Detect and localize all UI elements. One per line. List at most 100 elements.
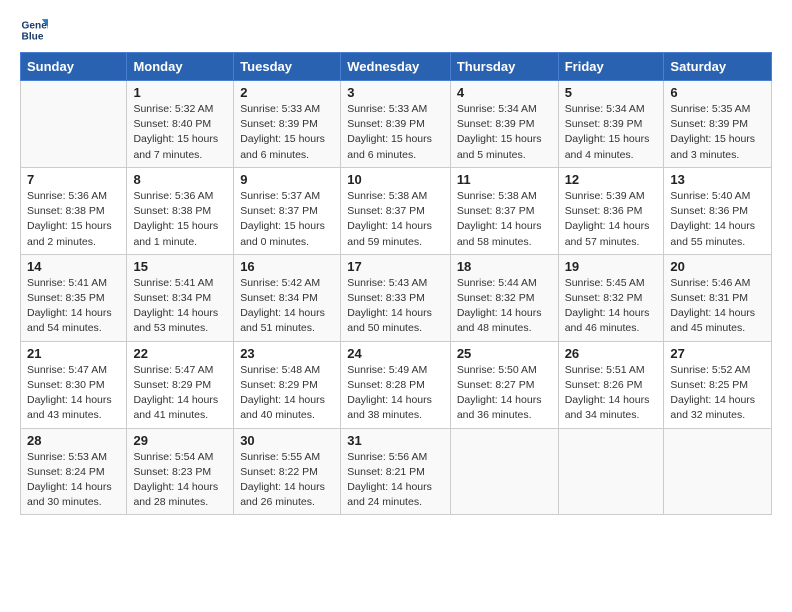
calendar-cell: 15 Sunrise: 5:41 AM Sunset: 8:34 PM Dayli…: [127, 254, 234, 341]
logo: General Blue: [20, 16, 50, 44]
day-number: 10: [347, 172, 444, 187]
day-number: 18: [457, 259, 552, 274]
calendar-cell: 19 Sunrise: 5:45 AM Sunset: 8:32 PM Dayli…: [558, 254, 664, 341]
page-header: General Blue: [20, 16, 772, 44]
day-number: 6: [670, 85, 765, 100]
day-info: Sunrise: 5:39 AM Sunset: 8:36 PM Dayligh…: [565, 189, 658, 250]
day-info: Sunrise: 5:46 AM Sunset: 8:31 PM Dayligh…: [670, 276, 765, 337]
day-info: Sunrise: 5:36 AM Sunset: 8:38 PM Dayligh…: [133, 189, 227, 250]
day-info: Sunrise: 5:42 AM Sunset: 8:34 PM Dayligh…: [240, 276, 334, 337]
calendar-cell: 27 Sunrise: 5:52 AM Sunset: 8:25 PM Dayli…: [664, 341, 772, 428]
calendar-cell: 28 Sunrise: 5:53 AM Sunset: 8:24 PM Dayli…: [21, 428, 127, 515]
calendar-cell: 8 Sunrise: 5:36 AM Sunset: 8:38 PM Daylig…: [127, 167, 234, 254]
calendar-cell: [664, 428, 772, 515]
weekday-header-monday: Monday: [127, 53, 234, 81]
day-info: Sunrise: 5:40 AM Sunset: 8:36 PM Dayligh…: [670, 189, 765, 250]
day-number: 29: [133, 433, 227, 448]
day-number: 7: [27, 172, 120, 187]
calendar-cell: 5 Sunrise: 5:34 AM Sunset: 8:39 PM Daylig…: [558, 81, 664, 168]
calendar-cell: 22 Sunrise: 5:47 AM Sunset: 8:29 PM Dayli…: [127, 341, 234, 428]
day-info: Sunrise: 5:44 AM Sunset: 8:32 PM Dayligh…: [457, 276, 552, 337]
day-number: 26: [565, 346, 658, 361]
calendar-cell: 12 Sunrise: 5:39 AM Sunset: 8:36 PM Dayli…: [558, 167, 664, 254]
day-number: 24: [347, 346, 444, 361]
calendar-cell: [21, 81, 127, 168]
calendar-cell: 14Sunrise: 5:41 AM Sunset: 8:35 PM Dayli…: [21, 254, 127, 341]
calendar-cell: 26Sunrise: 5:51 AM Sunset: 8:26 PM Dayli…: [558, 341, 664, 428]
weekday-header-row: SundayMondayTuesdayWednesdayThursdayFrid…: [21, 53, 772, 81]
week-row-3: 14Sunrise: 5:41 AM Sunset: 8:35 PM Dayli…: [21, 254, 772, 341]
calendar-cell: 24 Sunrise: 5:49 AM Sunset: 8:28 PM Dayli…: [341, 341, 451, 428]
calendar-cell: 4Sunrise: 5:34 AM Sunset: 8:39 PM Daylig…: [450, 81, 558, 168]
day-number: 15: [133, 259, 227, 274]
weekday-header-wednesday: Wednesday: [341, 53, 451, 81]
day-number: 30: [240, 433, 334, 448]
day-number: 2: [240, 85, 334, 100]
day-info: Sunrise: 5:38 AM Sunset: 8:37 PM Dayligh…: [347, 189, 444, 250]
calendar-cell: 20 Sunrise: 5:46 AM Sunset: 8:31 PM Dayli…: [664, 254, 772, 341]
day-number: 12: [565, 172, 658, 187]
day-number: 13: [670, 172, 765, 187]
day-info: Sunrise: 5:41 AM Sunset: 8:34 PM Dayligh…: [133, 276, 227, 337]
calendar-cell: 30 Sunrise: 5:55 AM Sunset: 8:22 PM Dayli…: [234, 428, 341, 515]
day-info: Sunrise: 5:33 AM Sunset: 8:39 PM Dayligh…: [347, 102, 444, 163]
day-number: 25: [457, 346, 552, 361]
day-number: 22: [133, 346, 227, 361]
day-info: Sunrise: 5:47 AM Sunset: 8:29 PM Dayligh…: [133, 363, 227, 424]
calendar-cell: 9 Sunrise: 5:37 AM Sunset: 8:37 PM Daylig…: [234, 167, 341, 254]
day-number: 5: [565, 85, 658, 100]
day-info: Sunrise: 5:32 AM Sunset: 8:40 PM Dayligh…: [133, 102, 227, 163]
day-number: 28: [27, 433, 120, 448]
day-number: 9: [240, 172, 334, 187]
day-number: 4: [457, 85, 552, 100]
day-info: Sunrise: 5:54 AM Sunset: 8:23 PM Dayligh…: [133, 450, 227, 511]
calendar-cell: 29 Sunrise: 5:54 AM Sunset: 8:23 PM Dayli…: [127, 428, 234, 515]
calendar-cell: 31 Sunrise: 5:56 AM Sunset: 8:21 PM Dayli…: [341, 428, 451, 515]
day-number: 19: [565, 259, 658, 274]
day-info: Sunrise: 5:52 AM Sunset: 8:25 PM Dayligh…: [670, 363, 765, 424]
day-number: 27: [670, 346, 765, 361]
day-number: 14: [27, 259, 120, 274]
weekday-header-thursday: Thursday: [450, 53, 558, 81]
day-info: Sunrise: 5:36 AM Sunset: 8:38 PM Dayligh…: [27, 189, 120, 250]
day-number: 31: [347, 433, 444, 448]
logo-icon: General Blue: [20, 16, 48, 44]
day-info: Sunrise: 5:48 AM Sunset: 8:29 PM Dayligh…: [240, 363, 334, 424]
week-row-4: 21 Sunrise: 5:47 AM Sunset: 8:30 PM Dayli…: [21, 341, 772, 428]
day-info: Sunrise: 5:53 AM Sunset: 8:24 PM Dayligh…: [27, 450, 120, 511]
day-number: 8: [133, 172, 227, 187]
calendar-cell: 21 Sunrise: 5:47 AM Sunset: 8:30 PM Dayli…: [21, 341, 127, 428]
day-info: Sunrise: 5:56 AM Sunset: 8:21 PM Dayligh…: [347, 450, 444, 511]
day-number: 16: [240, 259, 334, 274]
calendar-cell: 1 Sunrise: 5:32 AM Sunset: 8:40 PM Daylig…: [127, 81, 234, 168]
day-info: Sunrise: 5:55 AM Sunset: 8:22 PM Dayligh…: [240, 450, 334, 511]
day-info: Sunrise: 5:35 AM Sunset: 8:39 PM Dayligh…: [670, 102, 765, 163]
calendar-cell: [450, 428, 558, 515]
svg-text:General: General: [22, 20, 48, 31]
day-info: Sunrise: 5:45 AM Sunset: 8:32 PM Dayligh…: [565, 276, 658, 337]
calendar-cell: 11Sunrise: 5:38 AM Sunset: 8:37 PM Dayli…: [450, 167, 558, 254]
day-info: Sunrise: 5:49 AM Sunset: 8:28 PM Dayligh…: [347, 363, 444, 424]
week-row-2: 7 Sunrise: 5:36 AM Sunset: 8:38 PM Daylig…: [21, 167, 772, 254]
day-info: Sunrise: 5:43 AM Sunset: 8:33 PM Dayligh…: [347, 276, 444, 337]
day-number: 1: [133, 85, 227, 100]
day-number: 20: [670, 259, 765, 274]
day-number: 11: [457, 172, 552, 187]
calendar-cell: 13 Sunrise: 5:40 AM Sunset: 8:36 PM Dayli…: [664, 167, 772, 254]
week-row-1: 1 Sunrise: 5:32 AM Sunset: 8:40 PM Daylig…: [21, 81, 772, 168]
calendar-cell: 2 Sunrise: 5:33 AM Sunset: 8:39 PM Daylig…: [234, 81, 341, 168]
calendar-cell: 17Sunrise: 5:43 AM Sunset: 8:33 PM Dayli…: [341, 254, 451, 341]
calendar-cell: 25Sunrise: 5:50 AM Sunset: 8:27 PM Dayli…: [450, 341, 558, 428]
day-number: 23: [240, 346, 334, 361]
calendar-cell: 16 Sunrise: 5:42 AM Sunset: 8:34 PM Dayli…: [234, 254, 341, 341]
day-info: Sunrise: 5:33 AM Sunset: 8:39 PM Dayligh…: [240, 102, 334, 163]
weekday-header-sunday: Sunday: [21, 53, 127, 81]
day-info: Sunrise: 5:37 AM Sunset: 8:37 PM Dayligh…: [240, 189, 334, 250]
svg-text:Blue: Blue: [22, 31, 44, 42]
week-row-5: 28 Sunrise: 5:53 AM Sunset: 8:24 PM Dayli…: [21, 428, 772, 515]
day-number: 21: [27, 346, 120, 361]
calendar-cell: 6 Sunrise: 5:35 AM Sunset: 8:39 PM Daylig…: [664, 81, 772, 168]
day-info: Sunrise: 5:34 AM Sunset: 8:39 PM Dayligh…: [565, 102, 658, 163]
weekday-header-friday: Friday: [558, 53, 664, 81]
day-info: Sunrise: 5:47 AM Sunset: 8:30 PM Dayligh…: [27, 363, 120, 424]
